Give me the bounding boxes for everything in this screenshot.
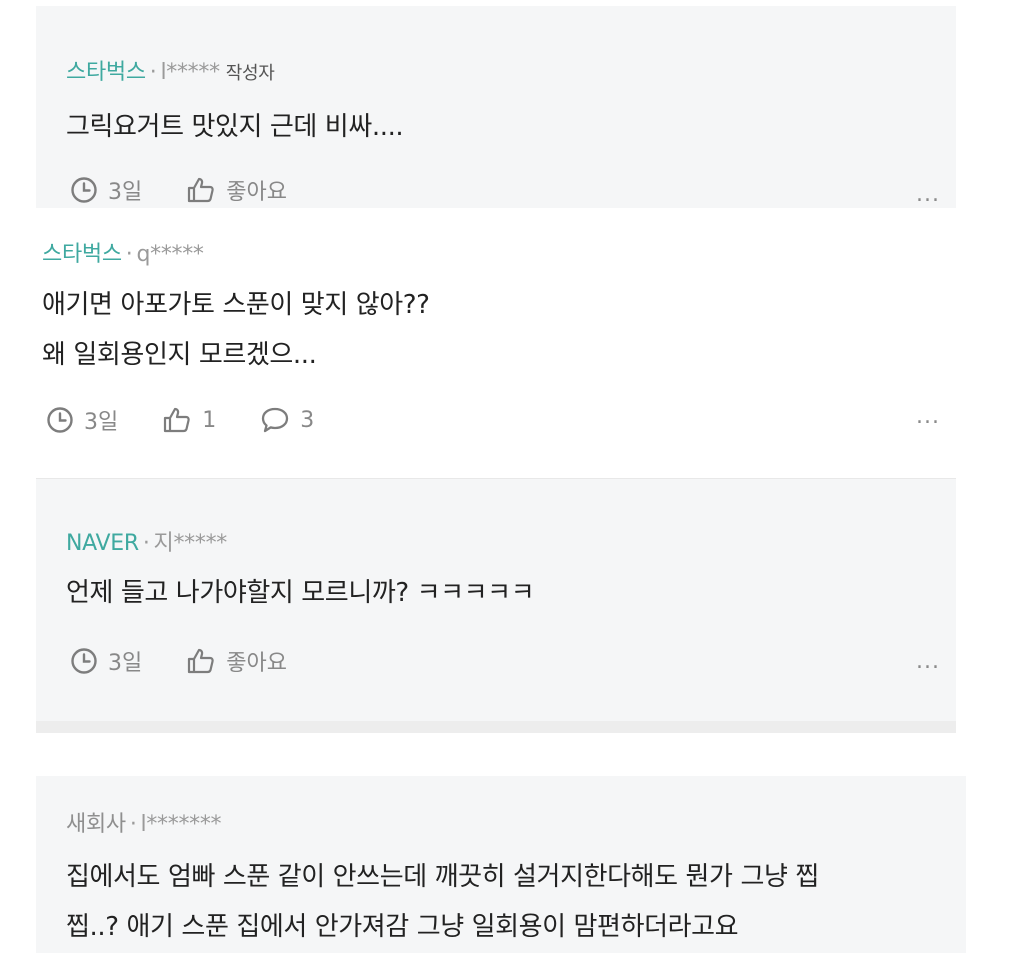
- like-count: 1: [202, 407, 217, 433]
- comment-meta: 새회사 · l*******: [66, 806, 222, 838]
- comment-user[interactable]: q*****: [136, 242, 203, 267]
- comment-card: 스타벅스 · l***** 작성자 그릭요거트 맛있지 근데 비싸.... 3일 좋아…: [36, 6, 956, 208]
- thumbs-up-icon: [188, 648, 214, 674]
- thumbs-up-icon: [188, 177, 214, 203]
- divider: [36, 721, 956, 733]
- like-button[interactable]: 좋아요: [186, 174, 287, 206]
- time-label: 3일: [108, 180, 143, 205]
- time-label: 3일: [84, 410, 119, 435]
- time-stamp: 3일: [46, 404, 118, 436]
- comment-actions: 3일 1 3: [46, 404, 358, 436]
- comment-source[interactable]: 새회사: [66, 812, 126, 837]
- clock-icon: [71, 648, 97, 674]
- comment-line: 찝..? 애기 스푼 집에서 안가져감 그냥 일회용이 맘편하더라고요: [66, 912, 739, 942]
- comment-user[interactable]: l*****: [160, 60, 220, 85]
- comment-meta: 스타벅스 · q*****: [42, 236, 204, 268]
- speech-bubble-icon: [262, 407, 289, 433]
- separator-dot: ·: [125, 242, 133, 267]
- comment-user[interactable]: l*******: [141, 812, 222, 837]
- time-stamp: 3일: [70, 174, 142, 206]
- comment-meta: 스타벅스 · l***** 작성자: [66, 54, 275, 86]
- reply-count: 3: [300, 407, 315, 433]
- comment-line: 왜 일회용인지 모르겠으...: [42, 340, 317, 370]
- comment-source[interactable]: 스타벅스: [42, 242, 122, 267]
- comment-source[interactable]: 스타벅스: [66, 60, 146, 85]
- comment-meta: NAVER · 지*****: [66, 525, 227, 557]
- like-button[interactable]: 1: [162, 406, 216, 434]
- more-dots-icon[interactable]: ...: [916, 651, 940, 673]
- author-badge: 작성자: [225, 63, 275, 84]
- time-stamp: 3일: [70, 645, 142, 677]
- comment-text: 언제 들고 나가야할지 모르니까? ㅋㅋㅋㅋㅋ: [66, 568, 535, 618]
- more-dots-icon[interactable]: ...: [916, 184, 940, 206]
- thumbs-up-icon: [164, 407, 190, 433]
- comment-text: 애기면 아포가토 스푼이 맞지 않아?? 왜 일회용인지 모르겠으...: [42, 280, 430, 380]
- comment-line: 집에서도 엄빠 스푼 같이 안쓰는데 깨끗히 설거지한다해도 뭔가 그냥 찝: [66, 862, 819, 892]
- like-label: 좋아요: [226, 180, 287, 205]
- comment-line: 애기면 아포가토 스푼이 맞지 않아??: [42, 290, 430, 320]
- comment-line: 그릭요거트 맛있지 근데 비싸....: [66, 112, 404, 142]
- comment-card: 스타벅스 · q***** 애기면 아포가토 스푼이 맞지 않아?? 왜 일회용인지…: [0, 208, 1022, 478]
- separator-dot: ·: [129, 812, 137, 837]
- like-label: 좋아요: [226, 651, 287, 676]
- clock-icon: [71, 177, 97, 203]
- separator-dot: ·: [149, 60, 157, 85]
- like-button[interactable]: 좋아요: [186, 645, 287, 677]
- comment-source[interactable]: NAVER: [66, 531, 139, 556]
- separator-dot: ·: [142, 531, 150, 556]
- comment-user[interactable]: 지*****: [154, 531, 228, 556]
- comment-text: 집에서도 엄빠 스푼 같이 안쓰는데 깨끗히 설거지한다해도 뭔가 그냥 찝 찝…: [66, 852, 819, 952]
- comment-actions: 3일 좋아요: [70, 645, 331, 677]
- comment-text: 그릭요거트 맛있지 근데 비싸....: [66, 102, 404, 152]
- comment-actions: 3일 좋아요: [70, 174, 331, 206]
- reply-button[interactable]: 3: [260, 406, 314, 434]
- clock-icon: [47, 407, 73, 433]
- comment-card: 새회사 · l******* 집에서도 엄빠 스푼 같이 안쓰는데 깨끗히 설거지한…: [36, 776, 966, 953]
- more-dots-icon[interactable]: ...: [916, 406, 940, 428]
- comment-card: NAVER · 지***** 언제 들고 나가야할지 모르니까? ㅋㅋㅋㅋㅋ 3일 …: [36, 479, 956, 721]
- time-label: 3일: [108, 651, 143, 676]
- comment-list: 스타벅스 · l***** 작성자 그릭요거트 맛있지 근데 비싸.... 3일 좋아…: [0, 0, 1022, 953]
- comment-line: 언제 들고 나가야할지 모르니까? ㅋㅋㅋㅋㅋ: [66, 578, 535, 608]
